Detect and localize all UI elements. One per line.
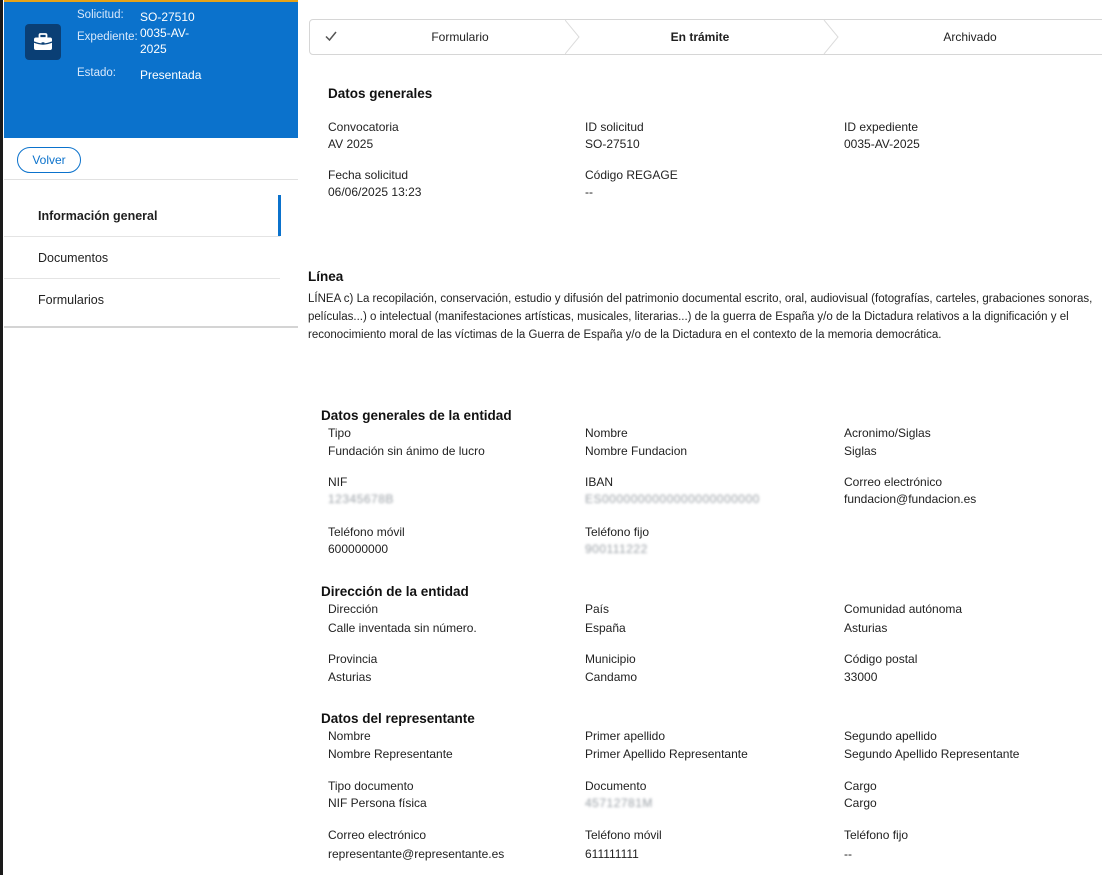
convocatoria-value: AV 2025 (328, 137, 374, 151)
active-nav-indicator (278, 195, 281, 236)
rep-correo-value: representante@representante.es (328, 847, 505, 861)
section-title-direccion: Dirección de la entidad (321, 584, 469, 599)
comunidad-label: Comunidad autónoma (844, 602, 963, 616)
telefono-fijo-value: 900111222 (585, 542, 648, 556)
estado-value: Presentada (140, 68, 202, 82)
id-expediente-value: 0035-AV-2025 (844, 137, 920, 151)
status-stepper: Formulario En trámite Archivado (309, 19, 1102, 55)
rep-telefono-fijo-value: -- (844, 847, 852, 861)
section-title-representante: Datos del representante (321, 711, 475, 726)
pais-label: País (585, 602, 610, 616)
codigo-regage-label: Código REGAGE (585, 168, 678, 182)
municipio-value: Candamo (585, 670, 638, 684)
rep-documento-value: 45712781M (585, 796, 653, 810)
solicitud-value: SO-27510 (140, 10, 195, 24)
id-solicitud-label: ID solicitud (585, 120, 644, 134)
rep-correo-label: Correo electrónico (328, 828, 427, 842)
back-button[interactable]: Volver (17, 147, 81, 173)
rep-documento-label: Documento (585, 779, 647, 793)
application-info: Solicitud: SO-27510 Expediente: 0035-AV-… (77, 7, 230, 83)
municipio-label: Municipio (585, 652, 636, 666)
acronimo-label: Acronimo/Siglas (844, 426, 931, 440)
rep-telefono-movil-value: 611111111 (585, 847, 639, 861)
sidebar-item-formularios[interactable]: Formularios (4, 279, 280, 321)
rep-segundo-apellido-label: Segundo apellido (844, 729, 937, 743)
sidebar-bottom-line (4, 326, 298, 328)
provincia-value: Asturias (328, 670, 372, 684)
provincia-label: Provincia (328, 652, 378, 666)
section-title-datos-generales: Datos generales (328, 86, 433, 101)
rep-tipo-documento-label: Tipo documento (328, 779, 414, 793)
convocatoria-label: Convocatoria (328, 120, 399, 134)
step-separator-icon (823, 20, 839, 54)
codigo-regage-value: -- (585, 185, 593, 199)
expediente-label: Expediente: (77, 31, 138, 43)
nombre-value: Nombre Fundacion (585, 444, 688, 458)
rep-telefono-movil-label: Teléfono móvil (585, 828, 662, 842)
id-solicitud-value: SO-27510 (585, 137, 640, 151)
codigo-postal-label: Código postal (844, 652, 918, 666)
correo-entidad-value: fundacion@fundacion.es (844, 492, 977, 506)
nif-label: NIF (328, 475, 348, 489)
rep-telefono-fijo-label: Teléfono fijo (844, 828, 909, 842)
rep-segundo-apellido-value: Segundo Apellido Representante (844, 747, 1020, 761)
id-expediente-label: ID expediente (844, 120, 919, 134)
telefono-movil-label: Teléfono móvil (328, 525, 405, 539)
rep-primer-apellido-label: Primer apellido (585, 729, 666, 743)
nif-value: 12345678B (328, 492, 394, 506)
section-title-linea: Línea (308, 269, 344, 284)
codigo-postal-value: 33000 (844, 670, 878, 684)
rep-nombre-value: Nombre Representante (328, 747, 453, 761)
step-en-tramite[interactable]: En trámite (580, 20, 820, 54)
app-root: Solicitud: SO-27510 Expediente: 0035-AV-… (0, 0, 1102, 875)
tipo-value: Fundación sin ánimo de lucro (328, 444, 485, 458)
step-archivado[interactable]: Archivado (840, 20, 1100, 54)
fecha-solicitud-label: Fecha solicitud (328, 168, 409, 182)
pais-value: España (585, 621, 626, 635)
rep-cargo-value: Cargo (844, 796, 877, 810)
sidebar-item-documentos[interactable]: Documentos (4, 237, 280, 279)
tipo-label: Tipo (328, 426, 351, 440)
telefono-fijo-label: Teléfono fijo (585, 525, 650, 539)
rep-nombre-label: Nombre (328, 729, 371, 743)
fecha-solicitud-value: 06/06/2025 13:23 (328, 185, 422, 199)
nombre-label: Nombre (585, 426, 628, 440)
linea-description: LÍNEA c) La recopilación, conservación, … (308, 293, 1093, 341)
window-left-border (0, 0, 3, 875)
correo-entidad-label: Correo electrónico (844, 475, 943, 489)
briefcase-icon (25, 24, 61, 60)
expediente-value: 0035-AV-2025 (140, 26, 190, 56)
telefono-movil-value: 600000000 (328, 542, 389, 556)
comunidad-value: Asturias (844, 621, 888, 635)
application-header-card: Solicitud: SO-27510 Expediente: 0035-AV-… (4, 2, 298, 138)
iban-label: IBAN (585, 475, 614, 489)
sidebar-divider (4, 179, 298, 180)
step-formulario[interactable]: Formulario (340, 20, 580, 54)
sidebar-item-informacion-general[interactable]: Información general (4, 195, 280, 237)
direccion-value: Calle inventada sin número. (328, 621, 477, 635)
direccion-label: Dirección (328, 602, 379, 616)
estado-label: Estado: (77, 67, 116, 79)
iban-value: ES0000000000000000000000 (585, 492, 760, 506)
section-title-entidad: Datos generales de la entidad (321, 408, 512, 423)
check-icon (325, 31, 337, 42)
rep-cargo-label: Cargo (844, 779, 877, 793)
solicitud-label: Solicitud: (77, 9, 124, 21)
rep-primer-apellido-value: Primer Apellido Representante (585, 747, 748, 761)
acronimo-value: Siglas (844, 444, 877, 458)
rep-tipo-documento-value: NIF Persona física (328, 796, 427, 810)
